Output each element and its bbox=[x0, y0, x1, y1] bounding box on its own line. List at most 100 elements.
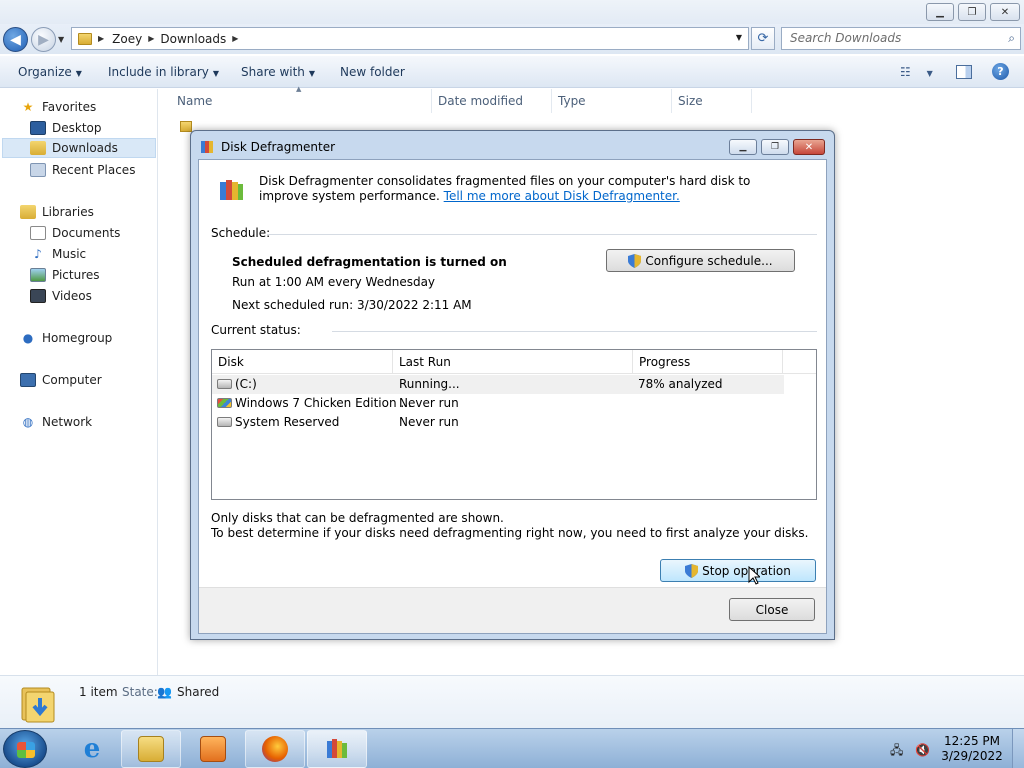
organize-menu[interactable]: Organize ▼ bbox=[18, 65, 82, 79]
nav-videos[interactable]: Videos bbox=[30, 286, 92, 306]
dialog-close-button[interactable]: ✕ bbox=[793, 139, 825, 155]
taskbar: e 🖧 🔇 12:25 PM 3/29/2022 bbox=[0, 728, 1024, 768]
firefox-taskbar-button[interactable] bbox=[245, 730, 305, 768]
column-progress[interactable]: Progress bbox=[633, 350, 783, 374]
shared-users-icon: 👥 bbox=[157, 685, 172, 699]
intro-text: Disk Defragmenter consolidates fragmente… bbox=[259, 174, 751, 203]
nav-favorites[interactable]: ★ Favorites bbox=[20, 97, 97, 117]
close-button[interactable]: ✕ bbox=[990, 3, 1020, 21]
help-icon[interactable]: ? bbox=[992, 63, 1009, 80]
disk-list[interactable]: Disk Last Run Progress (C:) Running... 7… bbox=[211, 349, 817, 500]
configure-schedule-button[interactable]: Configure schedule... bbox=[606, 249, 795, 272]
disk-defragmenter-taskbar-button[interactable] bbox=[307, 730, 367, 768]
uac-shield-icon bbox=[685, 563, 699, 578]
windows-logo-icon bbox=[17, 742, 35, 758]
nav-computer[interactable]: Computer bbox=[20, 370, 102, 390]
homegroup-icon: ● bbox=[22, 331, 34, 345]
forward-button[interactable]: ▶ bbox=[31, 27, 56, 52]
chevron-right-icon[interactable]: ▶ bbox=[148, 34, 154, 43]
include-in-library-menu[interactable]: Include in library ▼ bbox=[108, 65, 219, 79]
clock[interactable]: 12:25 PM 3/29/2022 bbox=[932, 734, 1012, 764]
new-folder-button[interactable]: New folder bbox=[340, 65, 405, 79]
nav-desktop[interactable]: Desktop bbox=[30, 118, 102, 138]
defragmenter-icon bbox=[201, 141, 213, 153]
disk-row[interactable]: System Reserved Never run bbox=[212, 413, 816, 432]
refresh-button[interactable]: ⟳ bbox=[751, 27, 775, 50]
nav-pictures[interactable]: Pictures bbox=[30, 265, 100, 285]
network-status-icon[interactable]: 🖧 bbox=[890, 743, 903, 757]
command-bar: Organize ▼ Include in library ▼ Share with… bbox=[0, 56, 1024, 88]
navigation-bar: ◀ ▶ ▼ ▶ Zoey ▶ Downloads ▶ ▼ ⟳ Search Do… bbox=[0, 24, 1024, 54]
sort-up-icon: ▲ bbox=[296, 85, 302, 93]
note-line-1: Only disks that can be defragmented are … bbox=[211, 511, 504, 525]
stop-operation-button[interactable]: Stop operation bbox=[660, 559, 816, 582]
start-button[interactable] bbox=[3, 730, 47, 768]
address-dropdown-icon[interactable]: ▼ bbox=[736, 33, 742, 42]
back-button[interactable]: ◀ bbox=[3, 27, 28, 52]
drive-icon bbox=[217, 379, 232, 389]
tell-me-more-link[interactable]: Tell me more about Disk Defragmenter. bbox=[444, 189, 680, 203]
nav-documents[interactable]: Documents bbox=[30, 223, 120, 243]
internet-explorer-taskbar-button[interactable]: e bbox=[62, 730, 122, 768]
address-bar[interactable]: ▶ Zoey ▶ Downloads ▶ ▼ bbox=[71, 27, 749, 50]
dialog-maximize-button[interactable]: ❐ bbox=[761, 139, 789, 155]
dialog-footer: Close bbox=[199, 587, 826, 633]
nav-network[interactable]: ◍ Network bbox=[20, 412, 92, 432]
dialog-minimize-button[interactable]: ▁ bbox=[729, 139, 757, 155]
nav-libraries[interactable]: Libraries bbox=[20, 202, 94, 222]
column-disk[interactable]: Disk bbox=[212, 350, 393, 374]
explorer-titlebar: ▁ ❐ ✕ bbox=[0, 0, 1024, 24]
disk-name: (C:) bbox=[235, 377, 257, 391]
windows-drive-icon bbox=[217, 398, 232, 408]
minimize-button[interactable]: ▁ bbox=[926, 3, 954, 21]
note-line-2: To best determine if your disks need def… bbox=[211, 526, 809, 540]
item-count: 1 item bbox=[79, 685, 118, 699]
state-label: State: bbox=[122, 685, 158, 699]
dialog-title: Disk Defragmenter bbox=[221, 140, 336, 154]
column-header-type[interactable]: Type bbox=[552, 89, 672, 113]
videos-icon bbox=[30, 289, 46, 303]
schedule-status: Scheduled defragmentation is turned on bbox=[232, 255, 507, 269]
search-icon[interactable]: ⌕ bbox=[1008, 31, 1015, 46]
breadcrumb-zoey[interactable]: Zoey bbox=[112, 32, 142, 46]
system-tray: 🖧 🔇 bbox=[890, 741, 930, 762]
disk-row[interactable]: Windows 7 Chicken Edition ... Never run bbox=[212, 394, 816, 413]
column-header-size[interactable]: Size bbox=[672, 89, 752, 113]
dialog-titlebar[interactable]: Disk Defragmenter ▁ ❐ ✕ bbox=[191, 131, 834, 159]
nav-recent-places[interactable]: Recent Places bbox=[30, 160, 135, 180]
disk-name: System Reserved bbox=[235, 415, 340, 429]
defragmenter-large-icon bbox=[220, 180, 243, 200]
share-with-menu[interactable]: Share with ▼ bbox=[241, 65, 315, 79]
media-player-icon bbox=[200, 736, 226, 762]
documents-icon bbox=[30, 226, 46, 240]
recent-places-icon bbox=[30, 163, 46, 177]
show-desktop-button[interactable] bbox=[1012, 729, 1024, 768]
disk-row[interactable]: (C:) Running... 78% analyzed bbox=[212, 375, 784, 394]
preview-pane-icon[interactable] bbox=[956, 65, 972, 79]
nav-homegroup[interactable]: ● Homegroup bbox=[20, 328, 113, 348]
pictures-icon bbox=[30, 268, 46, 282]
chevron-right-icon[interactable]: ▶ bbox=[232, 34, 238, 43]
nav-downloads[interactable]: Downloads bbox=[2, 138, 156, 158]
column-last-run[interactable]: Last Run bbox=[393, 350, 633, 374]
chevron-right-icon[interactable]: ▶ bbox=[98, 34, 104, 43]
column-header-name[interactable]: Name ▲ bbox=[170, 85, 432, 113]
search-input[interactable]: Search Downloads ⌕ bbox=[781, 27, 1021, 50]
nav-music[interactable]: ♪ Music bbox=[30, 244, 86, 264]
state-value: Shared bbox=[177, 685, 220, 699]
change-view-icon[interactable]: ☷ ▼ bbox=[900, 65, 933, 79]
disk-progress: 78% analyzed bbox=[638, 377, 723, 391]
recent-pages-dropdown[interactable]: ▼ bbox=[58, 35, 64, 44]
maximize-button[interactable]: ❐ bbox=[958, 3, 986, 21]
music-icon: ♪ bbox=[34, 247, 42, 261]
schedule-run-at: Run at 1:00 AM every Wednesday bbox=[232, 275, 436, 289]
close-dialog-button[interactable]: Close bbox=[729, 598, 815, 621]
media-player-taskbar-button[interactable] bbox=[183, 730, 243, 768]
breadcrumb-downloads[interactable]: Downloads bbox=[160, 32, 226, 46]
clock-time: 12:25 PM bbox=[944, 734, 1000, 748]
column-header-date-modified[interactable]: Date modified bbox=[432, 89, 552, 113]
internet-explorer-icon: e bbox=[83, 734, 101, 764]
explorer-taskbar-button[interactable] bbox=[121, 730, 181, 768]
disk-defragmenter-dialog: Disk Defragmenter ▁ ❐ ✕ Disk Defragmente… bbox=[190, 130, 835, 640]
volume-muted-icon[interactable]: 🔇 bbox=[915, 743, 930, 757]
